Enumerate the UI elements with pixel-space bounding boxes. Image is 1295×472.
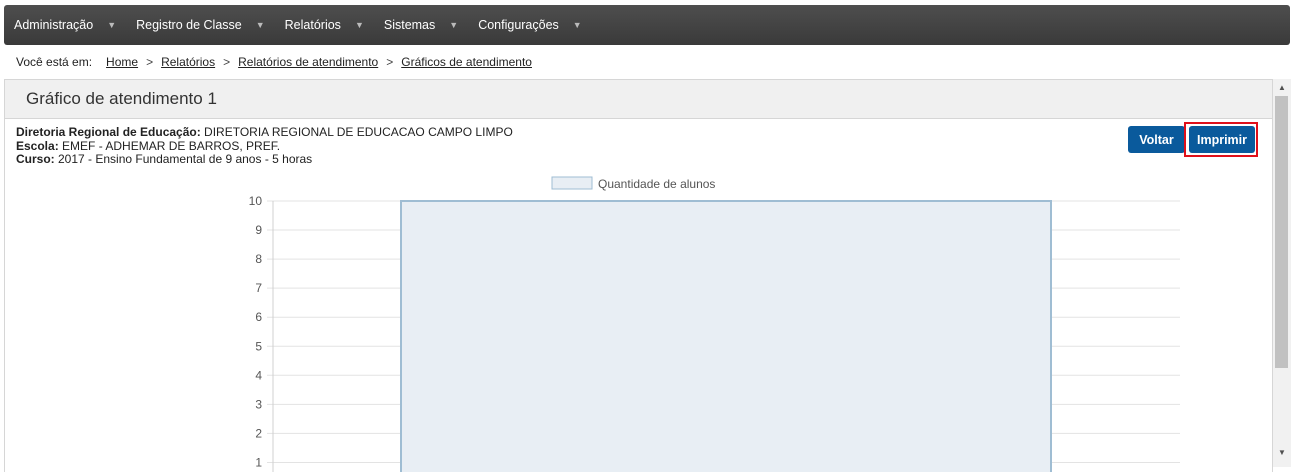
breadcrumb-link-relatorios-de-atendimento[interactable]: Relatórios de atendimento [238,55,378,69]
bar [400,200,1052,472]
y-tick-label: 9 [255,223,262,237]
breadcrumb-separator: > [223,55,231,69]
y-tick-label: 5 [255,339,262,353]
bar-chart: 10 9 8 7 6 5 4 3 2 1 Quantidade de alunos [249,176,1180,472]
scroll-down-icon[interactable]: ▼ [1273,445,1291,460]
legend-swatch [551,176,593,190]
chevron-down-icon: ▼ [354,20,364,30]
nav-label: Relatórios [284,18,341,32]
nav-label: Sistemas [383,18,436,32]
chevron-down-icon: ▼ [572,20,582,30]
nav-item-relatorios[interactable]: Relatórios ▼ [275,5,374,45]
nav-label: Configurações [478,18,559,32]
legend-label: Quantidade de alunos [598,177,715,191]
nav-item-administracao[interactable]: Administração ▼ [4,5,126,45]
nav-item-configuracoes[interactable]: Configurações ▼ [468,5,592,45]
chevron-down-icon: ▼ [107,20,117,30]
breadcrumb-separator: > [386,55,394,69]
breadcrumb-lead: Você está em: [16,55,93,69]
y-tick-label: 6 [255,310,262,324]
y-tick-label: 8 [255,252,262,266]
breadcrumb-link-home[interactable]: Home [106,55,138,69]
top-navbar: Administração ▼ Registro de Classe ▼ Rel… [4,5,1290,45]
nav-item-registro-de-classe[interactable]: Registro de Classe ▼ [126,5,275,45]
y-tick-label: 7 [255,281,262,295]
chevron-down-icon: ▼ [449,20,459,30]
scroll-thumb[interactable] [1275,96,1288,368]
y-tick-label: 1 [255,455,262,469]
breadcrumb-separator: > [146,55,154,69]
vertical-scrollbar[interactable]: ▲ ▼ [1273,79,1291,467]
chart-panel: Gráfico de atendimento 1 Diretoria Regio… [4,79,1273,472]
y-tick-label: 10 [249,194,263,208]
y-tick-label: 3 [255,397,262,411]
nav-label: Administração [14,18,94,32]
breadcrumb: Você está em: Home > Relatórios > Relató… [16,55,532,69]
scroll-up-icon[interactable]: ▲ [1273,80,1291,95]
y-tick-label: 2 [255,426,262,440]
breadcrumb-link-relatorios[interactable]: Relatórios [161,55,215,69]
y-tick-label: 4 [255,368,262,382]
nav-label: Registro de Classe [136,18,242,32]
breadcrumb-link-graficos-de-atendimento[interactable]: Gráficos de atendimento [401,55,532,69]
chevron-down-icon: ▼ [255,20,265,30]
nav-item-sistemas[interactable]: Sistemas ▼ [374,5,468,45]
